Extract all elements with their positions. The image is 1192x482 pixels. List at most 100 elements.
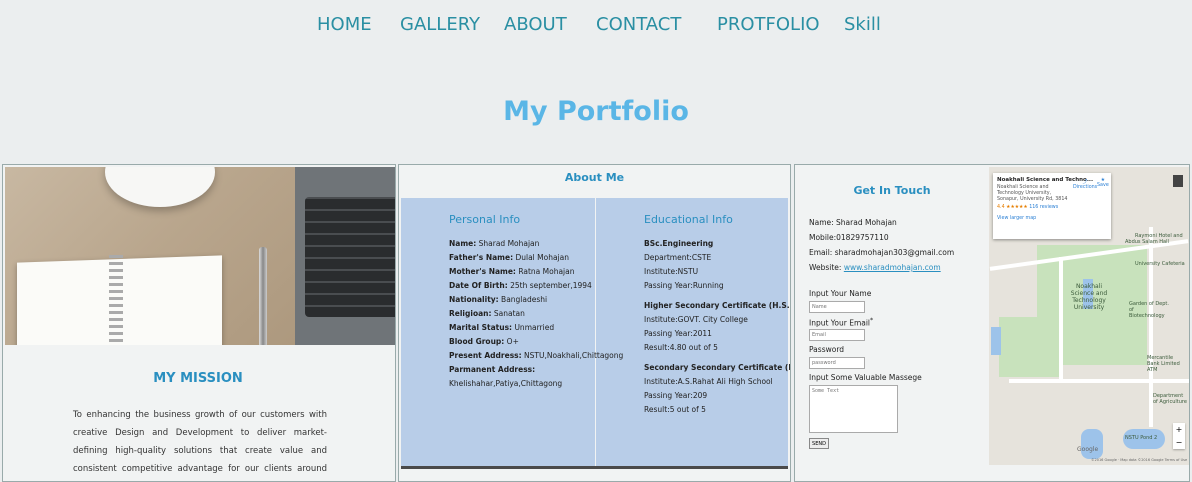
fullscreen-icon[interactable] xyxy=(1173,175,1183,187)
personal-info-label: Present Address: xyxy=(449,351,522,360)
nav-portfolio-link[interactable]: PROTFOLIO xyxy=(717,14,820,35)
personal-info-value: Ratna Mohajan xyxy=(515,267,575,276)
required-marker: * xyxy=(870,317,874,324)
personal-info-row: Religioan: Sanatan xyxy=(449,307,594,321)
zoom-control[interactable]: + − xyxy=(1173,423,1185,449)
about-panel: About Me Personal Info Name: Sharad Moha… xyxy=(398,164,791,482)
top-nav: HOME GALLERY ABOUT CONTACT PROTFOLIO Ski… xyxy=(0,14,1192,42)
mission-title: MY MISSION xyxy=(153,371,243,386)
contact-name: Name: Sharad Mohajan xyxy=(809,218,897,227)
email-field[interactable] xyxy=(809,329,865,341)
about-divider xyxy=(595,198,596,466)
keyboard-shape xyxy=(305,197,395,317)
map-place-label: Mercantile Bank Limited ATM xyxy=(1147,355,1180,373)
zoom-in-icon[interactable]: + xyxy=(1173,423,1185,436)
personal-info-label: Religioan: xyxy=(449,309,492,318)
contact-panel: Get In Touch Name: Sharad Mohajan Mobile… xyxy=(794,164,1190,482)
nav-about-link[interactable]: ABOUT xyxy=(504,14,567,35)
contact-info: Name: Sharad Mohajan Mobile:01829757110 … xyxy=(809,215,954,275)
map-info-card: Noakhali Science and Techno... Noakhali … xyxy=(993,173,1111,239)
personal-info-label: Nationality: xyxy=(449,295,499,304)
personal-info-value: Unmarried xyxy=(512,323,555,332)
educational-info-list: BSc.Engineering Department:CSTE Institute:… xyxy=(644,237,791,417)
about-title: About Me xyxy=(564,171,625,184)
website-link[interactable]: www.sharadmohajan.com xyxy=(844,263,941,272)
educational-info-heading: Educational Info xyxy=(644,213,733,226)
map-place-label: NSTU Pond 2 xyxy=(1125,435,1158,441)
embedded-map[interactable]: Raymoni Hotel and Abdus Salam Hall Unive… xyxy=(989,167,1189,465)
personal-info-value: O+ xyxy=(504,337,519,346)
personal-info-row: Date Of Birth: 25th september,1994 xyxy=(449,279,594,293)
contact-details: Get In Touch Name: Sharad Mohajan Mobile… xyxy=(795,165,989,481)
education-detail: Passing Year:Running xyxy=(644,281,724,290)
education-title: Secondary Secondary Certificate (H.S.C) xyxy=(644,363,790,372)
road xyxy=(1059,257,1063,379)
name-field[interactable] xyxy=(809,301,865,313)
nav-gallery-link[interactable]: GALLERY xyxy=(400,14,480,35)
education-title: Higher Secondary Certificate (H.S.C) xyxy=(644,301,791,310)
contact-form: Input Your Name Input Your Email* Passwo… xyxy=(809,285,922,449)
coffee-cup-shape xyxy=(105,167,215,207)
education-detail: Result:5 out of 5 xyxy=(644,405,706,414)
nav-contact-link[interactable]: CONTACT xyxy=(596,14,681,35)
reviews-link[interactable]: 116 reviews xyxy=(1029,205,1058,210)
password-field-label: Password xyxy=(809,345,845,354)
email-label-text: Input Your Email xyxy=(809,318,871,328)
education-title: BSc.Engineering xyxy=(644,239,714,248)
email-field-label: Input Your Email* xyxy=(809,317,922,329)
contact-email: Email: sharadmohajan303@gmail.com xyxy=(809,248,955,257)
personal-info-value: Sanatan xyxy=(491,309,525,318)
personal-info-row: Parmanent Address: xyxy=(449,363,594,377)
website-label: Website: xyxy=(809,263,844,272)
rating-stars: 4.4 ★★★★★ xyxy=(997,205,1028,210)
personal-info-label: Date Of Birth: xyxy=(449,281,508,290)
personal-info-row: Blood Group: O+ xyxy=(449,335,594,349)
nav-home-link[interactable]: HOME xyxy=(317,14,372,35)
map-place-label: Abdus Salam Hall xyxy=(1125,239,1169,245)
map-place-label: Garden of Dept. of Biotechnology xyxy=(1129,301,1169,319)
education-detail: Institute:A.S.Rahat Ali High School xyxy=(644,377,773,386)
personal-info-value: NSTU,Noakhali,Chittagong xyxy=(521,351,624,360)
education-detail: Result:4.80 out of 5 xyxy=(644,343,718,352)
directions-label: Directions xyxy=(1073,185,1098,190)
contact-website: Website: www.sharadmohajan.com xyxy=(809,260,954,275)
personal-info-row: Present Address: NSTU,Noakhali,Chittagon… xyxy=(449,349,623,363)
message-field-label: Input Some Valuable Massege xyxy=(809,373,922,382)
education-detail: Passing Year:2011 xyxy=(644,329,712,338)
personal-info-value: Dulal Mohajan xyxy=(513,253,569,262)
save-label: Save xyxy=(1097,183,1109,188)
save-button[interactable]: ★ Save xyxy=(1097,178,1109,188)
map-place-label: University Cafeteria xyxy=(1135,261,1185,267)
personal-info-label: Father's Name: xyxy=(449,253,514,262)
pen-shape xyxy=(259,247,267,345)
map-card-address: Noakhali Science and Technology Universi… xyxy=(997,185,1068,202)
password-field[interactable] xyxy=(809,357,865,369)
personal-info-value: Khelishahar,Patiya,Chittagong xyxy=(449,379,563,388)
message-field[interactable] xyxy=(809,385,898,433)
personal-info-row: Khelishahar,Patiya,Chittagong xyxy=(449,377,594,391)
personal-info-heading: Personal Info xyxy=(449,213,521,226)
personal-info-value: Bangladeshi xyxy=(498,295,548,304)
directions-button[interactable]: ⤴ Directions xyxy=(1073,178,1097,190)
page-title: My Portfolio xyxy=(503,96,689,127)
google-logo: Google xyxy=(1077,446,1099,453)
personal-info-value: 25th september,1994 xyxy=(507,281,592,290)
send-button[interactable]: SEND xyxy=(809,438,829,449)
personal-info-column: Personal Info Name: Sharad Mohajan Father… xyxy=(449,213,623,391)
notebook-spiral-shape xyxy=(109,255,123,345)
education-detail: Institute:NSTU xyxy=(644,267,699,276)
road xyxy=(1009,379,1189,383)
zoom-out-icon[interactable]: − xyxy=(1173,436,1185,449)
personal-info-label: Name: xyxy=(449,239,477,248)
educational-info-column: Educational Info BSc.Engineering Departme… xyxy=(644,213,791,417)
contact-mobile: Mobile:01829757110 xyxy=(809,233,889,242)
personal-info-row: Marital Status: Unmarried xyxy=(449,321,594,335)
about-footer-bar xyxy=(401,466,788,469)
contact-title: Get In Touch xyxy=(853,184,931,197)
personal-info-list: Name: Sharad Mohajan Father's Name: Dulal… xyxy=(449,237,623,391)
personal-info-row: Nationality: Bangladeshi xyxy=(449,293,594,307)
view-larger-map-link[interactable]: View larger map xyxy=(997,216,1107,221)
personal-info-label: Mother's Name: xyxy=(449,267,516,276)
pond xyxy=(1081,429,1103,459)
nav-skill-link[interactable]: Skill xyxy=(844,14,881,35)
